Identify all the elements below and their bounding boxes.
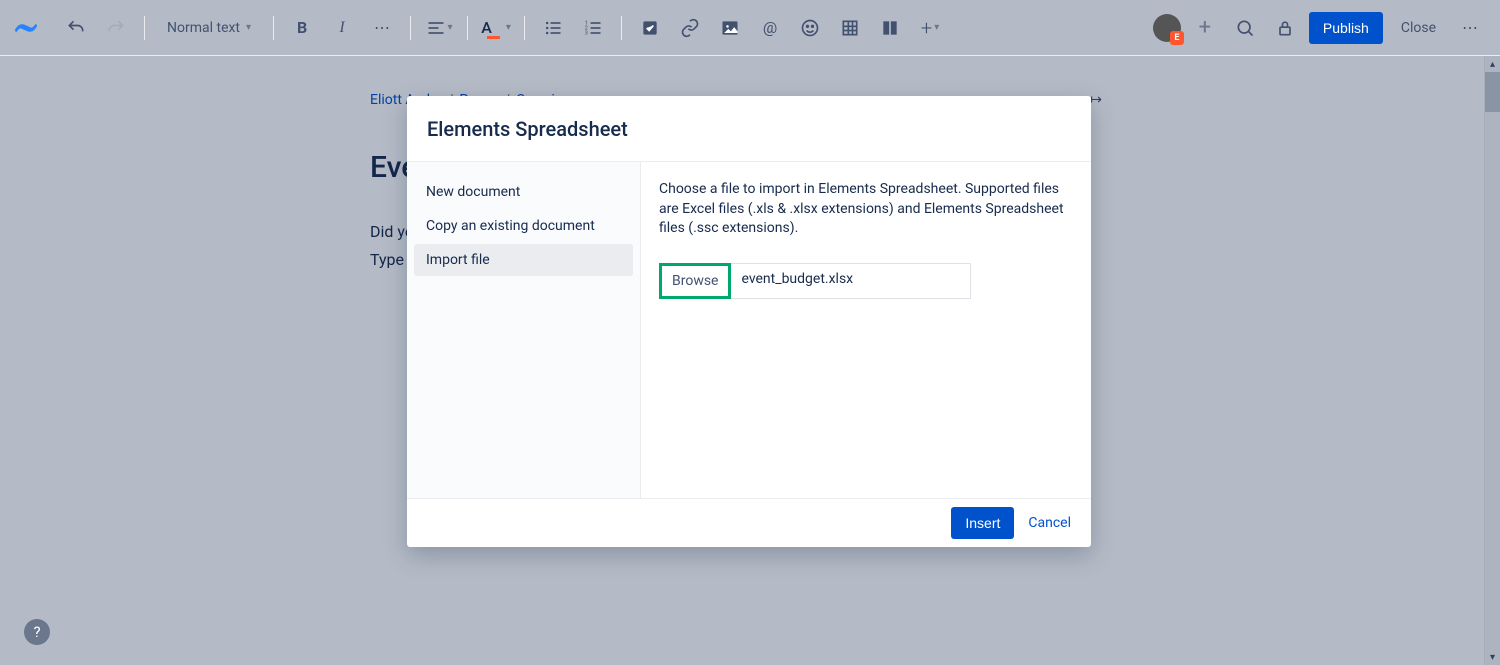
separator (467, 16, 468, 40)
dialog-header: Elements Spreadsheet (407, 96, 1091, 162)
more-actions-button[interactable]: ⋯ (1454, 12, 1486, 44)
layout-button[interactable] (874, 12, 906, 44)
table-button[interactable] (834, 12, 866, 44)
add-people-button[interactable]: + (1189, 12, 1221, 44)
text-style-label: Normal text (167, 20, 240, 36)
filename-field[interactable]: event_budget.xlsx (731, 263, 971, 299)
mention-button[interactable]: @ (754, 12, 786, 44)
chevron-down-icon: ▾ (506, 22, 511, 33)
publish-button[interactable]: Publish (1309, 12, 1383, 44)
avatar[interactable]: E (1153, 14, 1181, 42)
dialog-main: Choose a file to import in Elements Spre… (641, 162, 1091, 498)
text-color-dropdown[interactable]: A▾ (480, 12, 512, 44)
browse-button[interactable]: Browse (659, 263, 731, 299)
emoji-button[interactable] (794, 12, 826, 44)
insert-button[interactable]: Insert (951, 507, 1014, 539)
action-item-button[interactable] (634, 12, 666, 44)
number-list-button[interactable]: 123 (577, 12, 609, 44)
close-button[interactable]: Close (1391, 20, 1446, 36)
separator (621, 16, 622, 40)
restrictions-button[interactable] (1269, 12, 1301, 44)
italic-button[interactable]: I (326, 12, 358, 44)
link-button[interactable] (674, 12, 706, 44)
dialog-title: Elements Spreadsheet (427, 117, 628, 141)
file-chooser-row: Browse event_budget.xlsx (659, 263, 1073, 299)
svg-text:3: 3 (585, 30, 588, 36)
dialog-sidebar: New document Copy an existing document I… (407, 162, 641, 498)
image-button[interactable] (714, 12, 746, 44)
bold-button[interactable]: B (286, 12, 318, 44)
dialog-body: New document Copy an existing document I… (407, 162, 1091, 499)
sidebar-item-copy-existing[interactable]: Copy an existing document (414, 210, 633, 242)
align-dropdown[interactable]: ▾ (423, 12, 455, 44)
editor-toolbar: Normal text ▾ B I ⋯ ▾ A▾ 123 @ +▾ E + Pub… (0, 0, 1500, 56)
chevron-down-icon: ▾ (246, 22, 251, 33)
chevron-down-icon: ▾ (448, 22, 453, 33)
sidebar-item-new-document[interactable]: New document (414, 176, 633, 208)
import-description: Choose a file to import in Elements Spre… (659, 180, 1073, 239)
redo-button[interactable] (100, 12, 132, 44)
avatar-badge: E (1170, 31, 1184, 45)
dialog-footer: Insert Cancel (407, 499, 1091, 547)
separator (524, 16, 525, 40)
text-style-dropdown[interactable]: Normal text ▾ (157, 12, 261, 44)
separator (144, 16, 145, 40)
help-icon[interactable]: ? (24, 619, 50, 645)
undo-button[interactable] (60, 12, 92, 44)
sidebar-item-import-file[interactable]: Import file (414, 244, 633, 276)
more-formatting-button[interactable]: ⋯ (366, 12, 398, 44)
chevron-down-icon: ▾ (934, 22, 939, 33)
preview-button[interactable] (1229, 12, 1261, 44)
separator (273, 16, 274, 40)
separator (410, 16, 411, 40)
add-macro-button[interactable]: +▾ (914, 12, 946, 44)
elements-spreadsheet-dialog: Elements Spreadsheet New document Copy a… (407, 96, 1091, 547)
bullet-list-button[interactable] (537, 12, 569, 44)
cancel-button[interactable]: Cancel (1028, 515, 1071, 531)
confluence-logo[interactable] (14, 16, 38, 40)
